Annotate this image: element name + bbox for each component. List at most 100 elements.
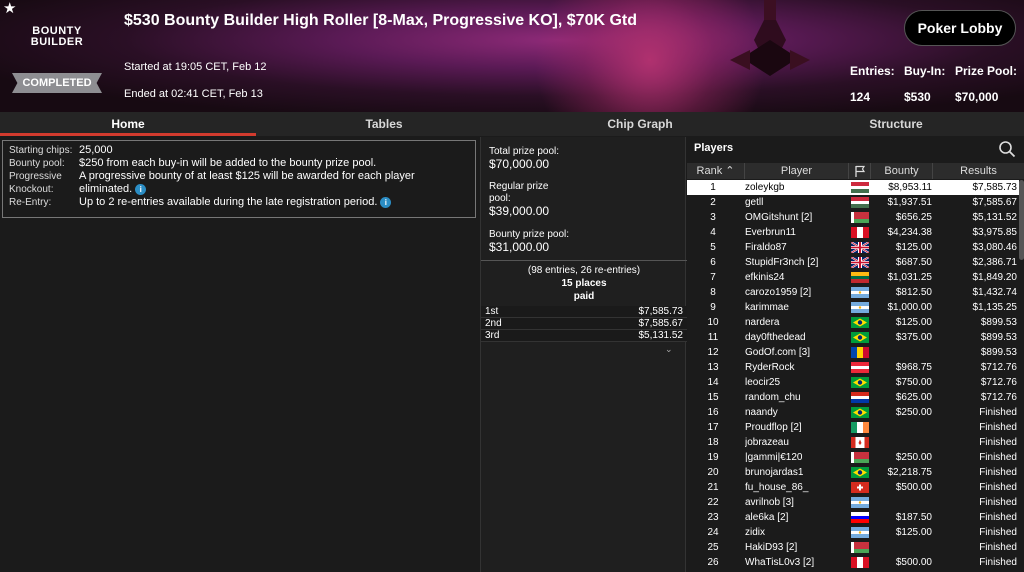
pko-label-line2: Knockout: — [9, 184, 54, 195]
player-row[interactable]: 8 carozo1959 [2] $812.50 $1,432.74 — [687, 285, 1019, 300]
player-row[interactable]: 6 StupidFr3nch [2] $687.50 $2,386.71 — [687, 255, 1019, 270]
player-row[interactable]: 3 OMGitshunt [2] $656.25 $5,131.52 — [687, 210, 1019, 225]
tab-chip-graph[interactable]: Chip Graph — [512, 112, 768, 136]
start-time: Started at 19:05 CET, Feb 12 — [124, 61, 267, 73]
players-table-header: Rank ⌃ Player Bounty Results — [687, 163, 1024, 179]
player-row[interactable]: 24 zidix $125.00 Finished — [687, 525, 1019, 540]
player-bounty: $625.00 — [895, 392, 932, 403]
flag-column-header[interactable] — [849, 163, 871, 179]
player-result: Finished — [979, 482, 1017, 493]
tab-structure[interactable]: Structure — [768, 112, 1024, 136]
player-row[interactable]: 5 Firaldo87 $125.00 $3,080.46 — [687, 240, 1019, 255]
player-row[interactable]: 11 day0fthedead $375.00 $899.53 — [687, 330, 1019, 345]
player-row[interactable]: 19 |gammi|€120 $250.00 Finished — [687, 450, 1019, 465]
country-flag-icon — [851, 257, 869, 268]
pko-row: Progressive Knockout: A progressive boun… — [9, 170, 469, 196]
player-row[interactable]: 1 zoleykgb $8,953.11 $7,585.73 — [687, 180, 1019, 195]
info-icon[interactable]: i — [135, 183, 147, 195]
player-row[interactable]: 10 nardera $125.00 $899.53 — [687, 315, 1019, 330]
player-result: $1,135.25 — [972, 302, 1018, 313]
player-result: $899.53 — [980, 317, 1017, 328]
player-row[interactable]: 15 random_chu $625.00 $712.76 — [687, 390, 1019, 405]
players-scrollbar[interactable] — [1019, 180, 1024, 260]
player-bounty: $125.00 — [895, 317, 932, 328]
player-name: carozo1959 [2] — [745, 287, 812, 298]
country-flag-icon — [851, 512, 869, 523]
player-bounty: $500.00 — [895, 482, 932, 493]
player-row[interactable]: 16 naandy $250.00 Finished — [687, 405, 1019, 420]
player-rank: 6 — [710, 257, 716, 268]
player-result: Finished — [979, 407, 1017, 418]
tab-tables[interactable]: Tables — [256, 112, 512, 136]
player-row[interactable]: 17 Proudflop [2] Finished — [687, 420, 1019, 435]
entries-label: Entries: — [850, 64, 895, 78]
player-row[interactable]: 4 Everbrun11 $4,234.38 $3,975.85 — [687, 225, 1019, 240]
player-row[interactable]: 26 WhaTisL0v3 [2] $500.00 Finished — [687, 555, 1019, 570]
player-bounty: $125.00 — [895, 527, 932, 538]
entries-summary: (98 entries, 26 re-entries) 15 places pa… — [481, 264, 687, 303]
regular-prize-block: Regular prize pool: $39,000.00 — [489, 181, 549, 217]
player-result: Finished — [979, 437, 1017, 448]
player-row[interactable]: 12 GodOf.com [3] $899.53 — [687, 345, 1019, 360]
info-icon[interactable]: i — [380, 196, 392, 208]
player-row[interactable]: 25 HakiD93 [2] Finished — [687, 540, 1019, 555]
player-result: Finished — [979, 452, 1017, 463]
pko-label: Progressive Knockout: — [9, 170, 79, 196]
player-result: $712.76 — [980, 392, 1017, 403]
player-bounty: $125.00 — [895, 242, 932, 253]
player-result: Finished — [979, 497, 1017, 508]
favorite-star-icon[interactable]: ★ — [3, 1, 16, 17]
player-row[interactable]: 13 RyderRock $968.75 $712.76 — [687, 360, 1019, 375]
poker-lobby-button[interactable]: Poker Lobby — [904, 10, 1016, 46]
player-row[interactable]: 20 brunojardas1 $2,218.75 Finished — [687, 465, 1019, 480]
player-result: $2,386.71 — [972, 257, 1018, 268]
rank-column-header[interactable]: Rank ⌃ — [687, 163, 745, 179]
player-result: $3,080.46 — [972, 242, 1018, 253]
regular-prize-label-1: Regular prize — [489, 181, 549, 192]
expand-chevron-icon[interactable]: ⌄ — [665, 344, 673, 355]
player-bounty: $250.00 — [895, 452, 932, 463]
player-row[interactable]: 7 efkinis24 $1,031.25 $1,849.20 — [687, 270, 1019, 285]
search-icon[interactable] — [998, 140, 1016, 158]
results-column-header[interactable]: Results — [933, 163, 1024, 179]
player-rank: 13 — [707, 362, 719, 373]
entries-note: (98 entries, 26 re-entries) — [527, 265, 641, 276]
bounty-column-header[interactable]: Bounty — [871, 163, 933, 179]
player-result: Finished — [979, 557, 1017, 568]
player-row[interactable]: 21 fu_house_86_ $500.00 Finished — [687, 480, 1019, 495]
pko-text-line2-text: eliminated. — [79, 183, 133, 195]
player-row[interactable]: 23 ale6ka [2] $187.50 Finished — [687, 510, 1019, 525]
player-bounty: $1,000.00 — [887, 302, 933, 313]
player-row[interactable]: 14 leocir25 $750.00 $712.76 — [687, 375, 1019, 390]
player-result: $1,432.74 — [972, 287, 1018, 298]
country-flag-icon — [851, 437, 869, 448]
tab-home[interactable]: Home — [0, 112, 256, 136]
player-result: $712.76 — [980, 377, 1017, 388]
bounty-prize-block: Bounty prize pool: $31,000.00 — [489, 229, 569, 253]
player-rank: 18 — [707, 437, 719, 448]
player-column-header[interactable]: Player — [745, 163, 849, 179]
country-flag-icon — [851, 527, 869, 538]
player-rank: 9 — [710, 302, 716, 313]
country-flag-icon — [851, 272, 869, 283]
player-result: $899.53 — [980, 332, 1017, 343]
player-row[interactable]: 2 getll $1,937.51 $7,585.67 — [687, 195, 1019, 210]
player-name: jobrazeau — [745, 437, 789, 448]
player-bounty: $8,953.11 — [888, 182, 932, 193]
player-row[interactable]: 22 avrilnob [3] Finished — [687, 495, 1019, 510]
player-row[interactable]: 9 karimmae $1,000.00 $1,135.25 — [687, 300, 1019, 315]
header-decoration — [730, 0, 810, 76]
player-rank: 1 — [710, 182, 716, 193]
player-rank: 21 — [707, 482, 719, 493]
player-result: $7,585.67 — [972, 197, 1018, 208]
country-flag-icon — [851, 227, 869, 238]
player-bounty: $1,937.51 — [887, 197, 933, 208]
country-flag-icon — [851, 557, 869, 568]
bounty-pool-value: $250 from each buy-in will be added to t… — [79, 157, 377, 169]
player-rank: 3 — [710, 212, 716, 223]
bounty-pool-label: Bounty pool: — [9, 158, 65, 169]
player-name: Firaldo87 — [745, 242, 787, 253]
player-name: random_chu — [745, 392, 801, 403]
player-row[interactable]: 18 jobrazeau Finished — [687, 435, 1019, 450]
player-bounty: $656.25 — [895, 212, 932, 223]
